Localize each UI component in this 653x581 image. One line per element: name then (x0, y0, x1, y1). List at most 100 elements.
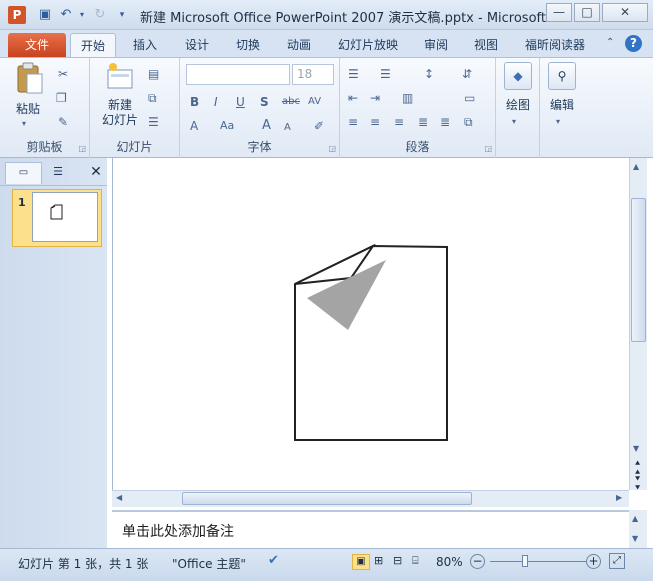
font-launcher-icon[interactable]: ◲ (328, 144, 336, 153)
new-slide-button[interactable]: 新建 幻灯片 (92, 98, 148, 128)
zoom-out-icon[interactable]: − (470, 554, 485, 569)
line-spacing-icon[interactable]: ↕ (424, 66, 434, 82)
grow-font-icon[interactable]: A (262, 118, 271, 134)
page-curl-image[interactable] (293, 244, 453, 444)
align-left-icon[interactable]: ≡ (348, 114, 358, 130)
normal-view-icon[interactable]: ▣ (352, 554, 370, 570)
smartart-icon[interactable]: ⧉ (464, 114, 473, 130)
font-color-icon[interactable]: A (190, 118, 198, 134)
notes-scroll-down-icon[interactable]: ▼ (632, 534, 638, 543)
outline-tab-icon[interactable]: ☰ (44, 162, 72, 184)
notes-scrollbar[interactable]: ▲ ▼ (629, 510, 647, 548)
minimize-button[interactable]: — (546, 3, 572, 22)
scroll-left-icon[interactable]: ◀ (116, 493, 122, 502)
zoom-level[interactable]: 80% (436, 555, 463, 569)
scroll-down-icon[interactable]: ▼ (633, 444, 639, 453)
tab-view[interactable]: 视图 (466, 33, 506, 57)
decrease-indent-icon[interactable]: ⇤ (348, 90, 358, 106)
slides-tab-icon[interactable]: ▭ (5, 162, 42, 184)
close-button[interactable]: ✕ (602, 3, 648, 22)
paste-icon[interactable] (12, 62, 48, 96)
tab-foxit-reader[interactable]: 福昕阅读器 (516, 33, 594, 57)
strikethrough-icon[interactable]: abc (282, 94, 300, 110)
tab-review[interactable]: 审阅 (416, 33, 456, 57)
scroll-right-icon[interactable]: ▶ (616, 493, 622, 502)
undo-dropdown-icon[interactable]: ▾ (74, 7, 90, 23)
font-name-combo[interactable] (186, 64, 290, 85)
maximize-button[interactable]: □ (574, 3, 600, 22)
tab-transitions[interactable]: 切换 (227, 33, 269, 57)
shrink-font-icon[interactable]: A (284, 120, 291, 136)
zoom-in-icon[interactable]: + (586, 554, 601, 569)
scroll-up-icon[interactable]: ▲ (633, 162, 639, 171)
tab-insert[interactable]: 插入 (124, 33, 166, 57)
increase-indent-icon[interactable]: ⇥ (370, 90, 380, 106)
distributed-icon[interactable]: ≣ (440, 114, 450, 130)
binoculars-icon[interactable]: ⚲ (548, 62, 576, 90)
justify-icon[interactable]: ≣ (418, 114, 428, 130)
collapse-ribbon-icon[interactable]: ⌃ (606, 37, 614, 48)
align-center-icon[interactable]: ≡ (370, 114, 380, 130)
next-slide-icon[interactable]: ⯆ ⯆ (634, 476, 641, 494)
align-text-icon[interactable]: ▭ (464, 90, 475, 106)
reset-slide-icon[interactable]: ⧉ (148, 90, 157, 106)
slide-sorter-icon[interactable]: ⊞ (374, 554, 383, 567)
redo-icon[interactable]: ↻ (92, 7, 108, 23)
tab-file[interactable]: 文件 (8, 33, 66, 57)
undo-icon[interactable]: ↶ (58, 7, 74, 23)
horizontal-scrollbar[interactable]: ◀ ▶ (112, 490, 629, 507)
notes-pane[interactable]: 单击此处添加备注 (112, 510, 629, 548)
notes-scroll-up-icon[interactable]: ▲ (632, 514, 638, 523)
new-slide-icon[interactable] (102, 62, 138, 96)
layout-icon[interactable]: ▤ (148, 66, 159, 82)
align-right-icon[interactable]: ≡ (394, 114, 404, 130)
bullets-icon[interactable]: ☰ (348, 66, 359, 82)
change-case-icon[interactable]: Aa (220, 118, 234, 134)
tab-animations[interactable]: 动画 (278, 33, 320, 57)
columns-icon[interactable]: ▥ (402, 90, 413, 106)
tab-home[interactable]: 开始 (70, 33, 116, 57)
editing-button[interactable]: 编辑 (540, 96, 584, 113)
help-icon[interactable]: ? (625, 35, 642, 52)
reading-view-icon[interactable]: ⊟ (393, 554, 402, 567)
close-pane-icon[interactable]: ✕ (86, 162, 106, 184)
zoom-slider-track[interactable] (490, 561, 586, 562)
save-icon[interactable]: ▣ (37, 7, 53, 23)
vertical-scroll-thumb[interactable] (631, 198, 646, 342)
shadow-icon[interactable]: S (260, 94, 269, 110)
paragraph-launcher-icon[interactable]: ◲ (484, 144, 492, 153)
text-direction-icon[interactable]: ⇵ (462, 66, 472, 82)
tab-design[interactable]: 设计 (176, 33, 218, 57)
horizontal-scroll-thumb[interactable] (182, 492, 472, 505)
paste-dropdown-icon[interactable]: ▾ (22, 116, 26, 132)
clear-formatting-icon[interactable]: ✐ (314, 118, 324, 134)
powerpoint-app-icon[interactable]: P (8, 6, 26, 24)
clipboard-launcher-icon[interactable]: ◲ (78, 144, 86, 153)
format-painter-icon[interactable]: ✎ (58, 114, 68, 130)
spellcheck-icon[interactable]: ✔ (268, 553, 279, 568)
slide-thumbnail[interactable] (32, 192, 98, 242)
slideshow-view-icon[interactable]: ⌸ (412, 554, 419, 568)
character-spacing-icon[interactable]: AV (308, 94, 321, 110)
slide-editing-area[interactable] (112, 158, 629, 490)
tab-slideshow[interactable]: 幻灯片放映 (330, 33, 406, 57)
copy-icon[interactable]: ❐ (56, 90, 67, 106)
underline-icon[interactable]: U (236, 94, 245, 110)
vertical-scrollbar[interactable]: ▲ ▼ ⯅ ⯅ ⯆ ⯆ (629, 158, 647, 494)
font-size-combo[interactable]: 18 (292, 64, 334, 85)
section-icon[interactable]: ☰ (148, 114, 159, 130)
shapes-icon[interactable]: ◆ (504, 62, 532, 90)
bold-icon[interactable]: B (190, 94, 199, 110)
numbering-icon[interactable]: ☰ (380, 66, 391, 82)
customize-quick-access-icon[interactable]: ▾ (114, 7, 130, 23)
drawing-dropdown-icon[interactable]: ▾ (512, 114, 516, 130)
cut-icon[interactable]: ✂ (58, 66, 68, 82)
editing-dropdown-icon[interactable]: ▾ (556, 114, 560, 130)
zoom-slider-thumb[interactable] (522, 555, 528, 567)
paste-button[interactable]: 粘贴 (8, 100, 48, 117)
theme-status[interactable]: "Office 主题" (172, 555, 246, 572)
italic-icon[interactable]: I (214, 94, 218, 110)
drawing-button[interactable]: 绘图 (496, 96, 540, 113)
notes-placeholder[interactable]: 单击此处添加备注 (122, 521, 234, 541)
fit-to-window-icon[interactable]: ⤢ (609, 553, 625, 569)
